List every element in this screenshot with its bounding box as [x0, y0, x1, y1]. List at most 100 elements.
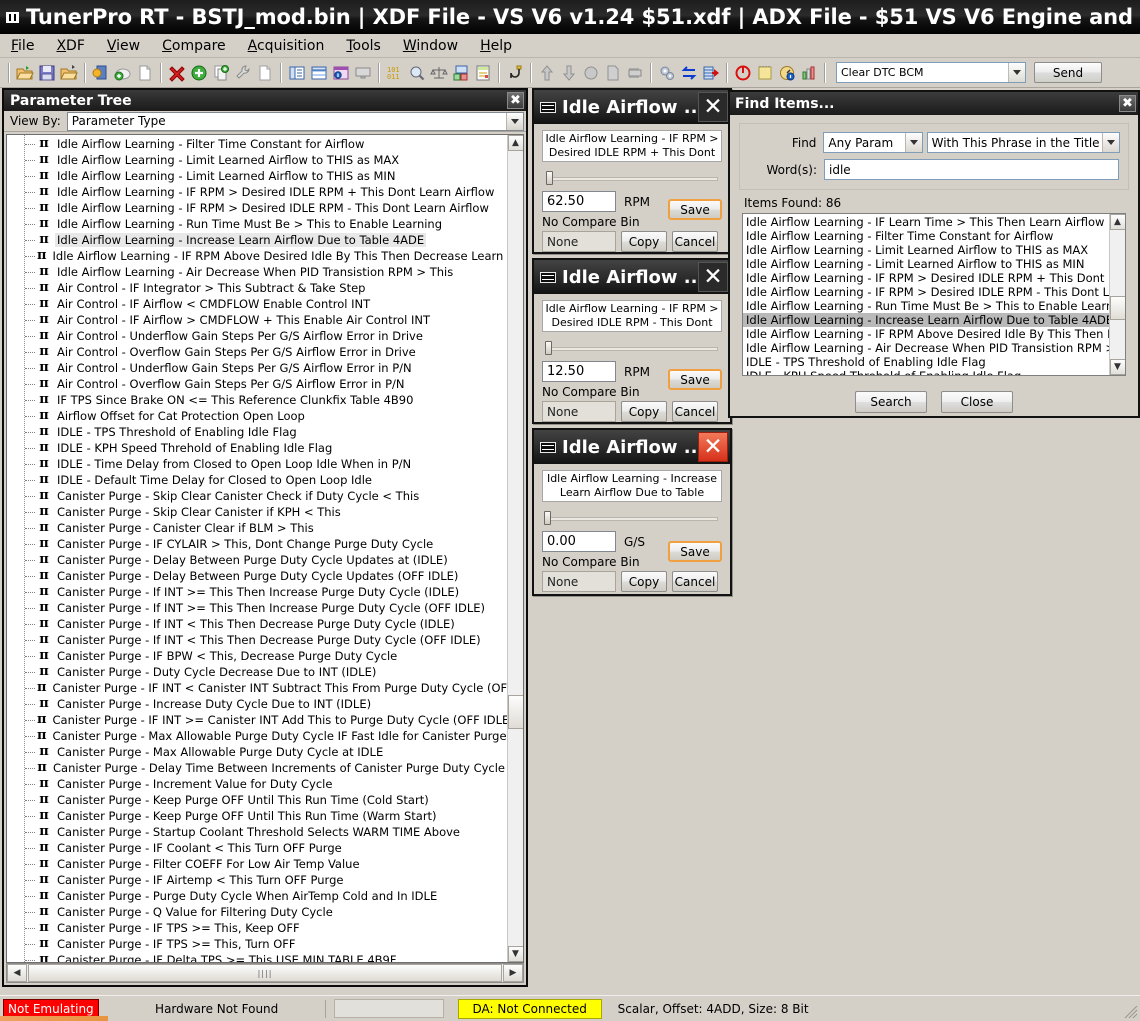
tree-item[interactable]: π Canister Purge - Delay Between Purge Du… — [7, 568, 507, 584]
chevron-down-icon[interactable] — [1008, 63, 1025, 82]
tree-hscroll-thumb[interactable]: |||| — [28, 964, 502, 982]
close-icon[interactable]: ✕ — [698, 92, 728, 122]
search-magnifier-icon[interactable] — [406, 62, 428, 84]
blank-page-icon[interactable] — [254, 62, 276, 84]
value-slider[interactable] — [544, 171, 720, 185]
copy-button[interactable]: Copy — [621, 231, 667, 252]
cancel-button[interactable]: Cancel — [672, 401, 718, 422]
result-item[interactable]: IDLE - TPS Threshold of Enabling Idle Fl… — [743, 355, 1109, 369]
chevron-down-icon[interactable] — [904, 133, 922, 152]
slider-thumb[interactable] — [544, 511, 551, 525]
download-arrow-icon[interactable] — [558, 62, 580, 84]
tree-item[interactable]: π Canister Purge - If INT < This Then Dec… — [7, 632, 507, 648]
results-vertical-scrollbar[interactable]: ▲ ▼ — [1109, 214, 1125, 375]
tree-item[interactable]: π Canister Purge - Keep Purge OFF Until T… — [7, 792, 507, 808]
result-item[interactable]: IDLE - KPH Speed Threhold of Enabling Id… — [743, 369, 1109, 375]
tree-item[interactable]: π Idle Airflow Learning - IF RPM Above De… — [7, 248, 507, 264]
cancel-button[interactable]: Cancel — [672, 571, 718, 592]
add-data-icon[interactable] — [112, 62, 134, 84]
menu-xdf[interactable]: XDF — [45, 36, 95, 56]
upload-arrow-icon[interactable] — [536, 62, 558, 84]
tree-item[interactable]: π Idle Airflow Learning - Limit Learned A… — [7, 168, 507, 184]
upload-bin-icon[interactable] — [700, 62, 722, 84]
close-icon[interactable]: ✖ — [507, 92, 524, 109]
menu-help[interactable]: Help — [469, 36, 523, 56]
tree-item[interactable]: π Canister Purge - IF TPS >= This, Keep O… — [7, 920, 507, 936]
close-icon[interactable]: ✕ — [698, 262, 728, 292]
page-gray-icon[interactable] — [602, 62, 624, 84]
chevron-down-icon[interactable] — [506, 112, 523, 130]
close-icon[interactable]: ✕ — [698, 432, 728, 462]
chevron-left-icon[interactable]: ◀ — [7, 964, 27, 982]
send-button[interactable]: Send — [1034, 62, 1102, 83]
close-button[interactable]: Close — [941, 391, 1013, 413]
tree-item[interactable]: π Canister Purge - Skip Clear Canister if… — [7, 504, 507, 520]
tree-item[interactable]: π IDLE - Default Time Delay for Closed to… — [7, 472, 507, 488]
result-item[interactable]: Idle Airflow Learning - IF Learn Time > … — [743, 215, 1109, 229]
open-folder-icon[interactable] — [14, 62, 36, 84]
tree-item[interactable]: π Air Control - IF Airflow > CMDFLOW + Th… — [7, 312, 507, 328]
menu-compare[interactable]: Compare — [151, 36, 237, 56]
parameter-tree-list[interactable]: π Idle Airflow Learning - Filter Time Con… — [7, 135, 507, 962]
wrench-properties-icon[interactable] — [232, 62, 254, 84]
swap-arrows-icon[interactable] — [678, 62, 700, 84]
chevron-down-icon[interactable] — [1102, 133, 1119, 152]
tree-horizontal-scrollbar[interactable]: ◀ |||| ▶ — [6, 963, 524, 983]
chevron-up-icon[interactable]: ▲ — [1109, 214, 1125, 230]
tree-item[interactable]: π Airflow Offset for Cat Protection Open … — [7, 408, 507, 424]
tree-item[interactable]: π Idle Airflow Learning - Limit Learned A… — [7, 152, 507, 168]
result-item[interactable]: Idle Airflow Learning - Limit Learned Ai… — [743, 243, 1109, 257]
find-mode-combo[interactable]: With This Phrase in the Title — [926, 132, 1120, 153]
menu-window[interactable]: Window — [392, 36, 469, 56]
layout-windows-icon[interactable] — [450, 62, 472, 84]
monitor-icon[interactable] — [352, 62, 374, 84]
tree-item[interactable]: π Canister Purge - Filter COEFF For Low A… — [7, 856, 507, 872]
tree-item[interactable]: π Canister Purge - Delay Between Purge Du… — [7, 552, 507, 568]
find-results-list[interactable]: Idle Airflow Learning - IF Learn Time > … — [742, 213, 1126, 376]
menu-view[interactable]: View — [96, 36, 151, 56]
value-input[interactable]: 12.50 — [542, 361, 616, 382]
copy-button[interactable]: Copy — [621, 401, 667, 422]
tree-item[interactable]: π Canister Purge - IF Delta TPS >= This U… — [7, 952, 507, 962]
stop-record-icon[interactable] — [732, 62, 754, 84]
resize-grip-icon[interactable] — [1124, 1005, 1138, 1019]
tree-item[interactable]: π Canister Purge - Canister Clear if BLM … — [7, 520, 507, 536]
search-input[interactable]: idle — [824, 159, 1119, 180]
tree-item[interactable]: π Air Control - Overflow Gain Steps Per G… — [7, 344, 507, 360]
calculator-icon[interactable] — [472, 62, 494, 84]
tree-item[interactable]: π Air Control - IF Integrator > This Subt… — [7, 280, 507, 296]
copy-button[interactable]: Copy — [621, 571, 667, 592]
tree-item[interactable]: π Canister Purge - Q Value for Filtering … — [7, 904, 507, 920]
tree-item[interactable]: π IDLE - Time Delay from Closed to Open L… — [7, 456, 507, 472]
parameter-tree-icon[interactable] — [286, 62, 308, 84]
tree-item[interactable]: π IF TPS Since Brake ON <= This Reference… — [7, 392, 507, 408]
tree-item[interactable]: π Canister Purge - Keep Purge OFF Until T… — [7, 808, 507, 824]
result-item[interactable]: Idle Airflow Learning - Run Time Must Be… — [743, 299, 1109, 313]
tree-item[interactable]: π Idle Airflow Learning - IF RPM > Desire… — [7, 184, 507, 200]
tree-item[interactable]: π IDLE - KPH Speed Threhold of Enabling I… — [7, 440, 507, 456]
tree-scroll-thumb[interactable] — [508, 695, 523, 729]
tree-item[interactable]: π Canister Purge - Max Allowable Purge Du… — [7, 744, 507, 760]
tree-item[interactable]: π Canister Purge - IF CYLAIR > This, Dont… — [7, 536, 507, 552]
delete-x-icon[interactable] — [166, 62, 188, 84]
close-icon[interactable]: ✖ — [1119, 95, 1136, 112]
tree-item[interactable]: π IDLE - TPS Threshold of Enabling Idle F… — [7, 424, 507, 440]
dash-gauge-icon[interactable] — [776, 62, 798, 84]
tree-item[interactable]: π Air Control - Underflow Gain Steps Per … — [7, 360, 507, 376]
tree-item[interactable]: π Canister Purge - Duty Cycle Decrease Du… — [7, 664, 507, 680]
tree-item[interactable]: π Canister Purge - IF INT >= Canister INT… — [7, 712, 507, 728]
tree-item[interactable]: π Idle Airflow Learning - Air Decrease Wh… — [7, 264, 507, 280]
chevron-down-icon[interactable]: ▼ — [507, 946, 523, 962]
tree-item[interactable]: π Canister Purge - IF TPS >= This, Turn O… — [7, 936, 507, 952]
tree-item[interactable]: π Canister Purge - Delay Time Between Inc… — [7, 760, 507, 776]
chevron-up-icon[interactable]: ▲ — [507, 135, 523, 151]
result-item[interactable]: Idle Airflow Learning - IF RPM > Desired… — [743, 285, 1109, 299]
binary-view-icon[interactable]: 101 011 — [384, 62, 406, 84]
slider-thumb[interactable] — [545, 341, 552, 355]
tree-item[interactable]: π Canister Purge - Increment Value for Du… — [7, 776, 507, 792]
tree-item[interactable]: π Canister Purge - Startup Coolant Thresh… — [7, 824, 507, 840]
find-results-items[interactable]: Idle Airflow Learning - IF Learn Time > … — [743, 214, 1109, 375]
tree-item[interactable]: π Canister Purge - Increase Duty Cycle Du… — [7, 696, 507, 712]
save-button[interactable]: Save — [668, 199, 722, 220]
tree-item[interactable]: π Idle Airflow Learning - Run Time Must B… — [7, 216, 507, 232]
